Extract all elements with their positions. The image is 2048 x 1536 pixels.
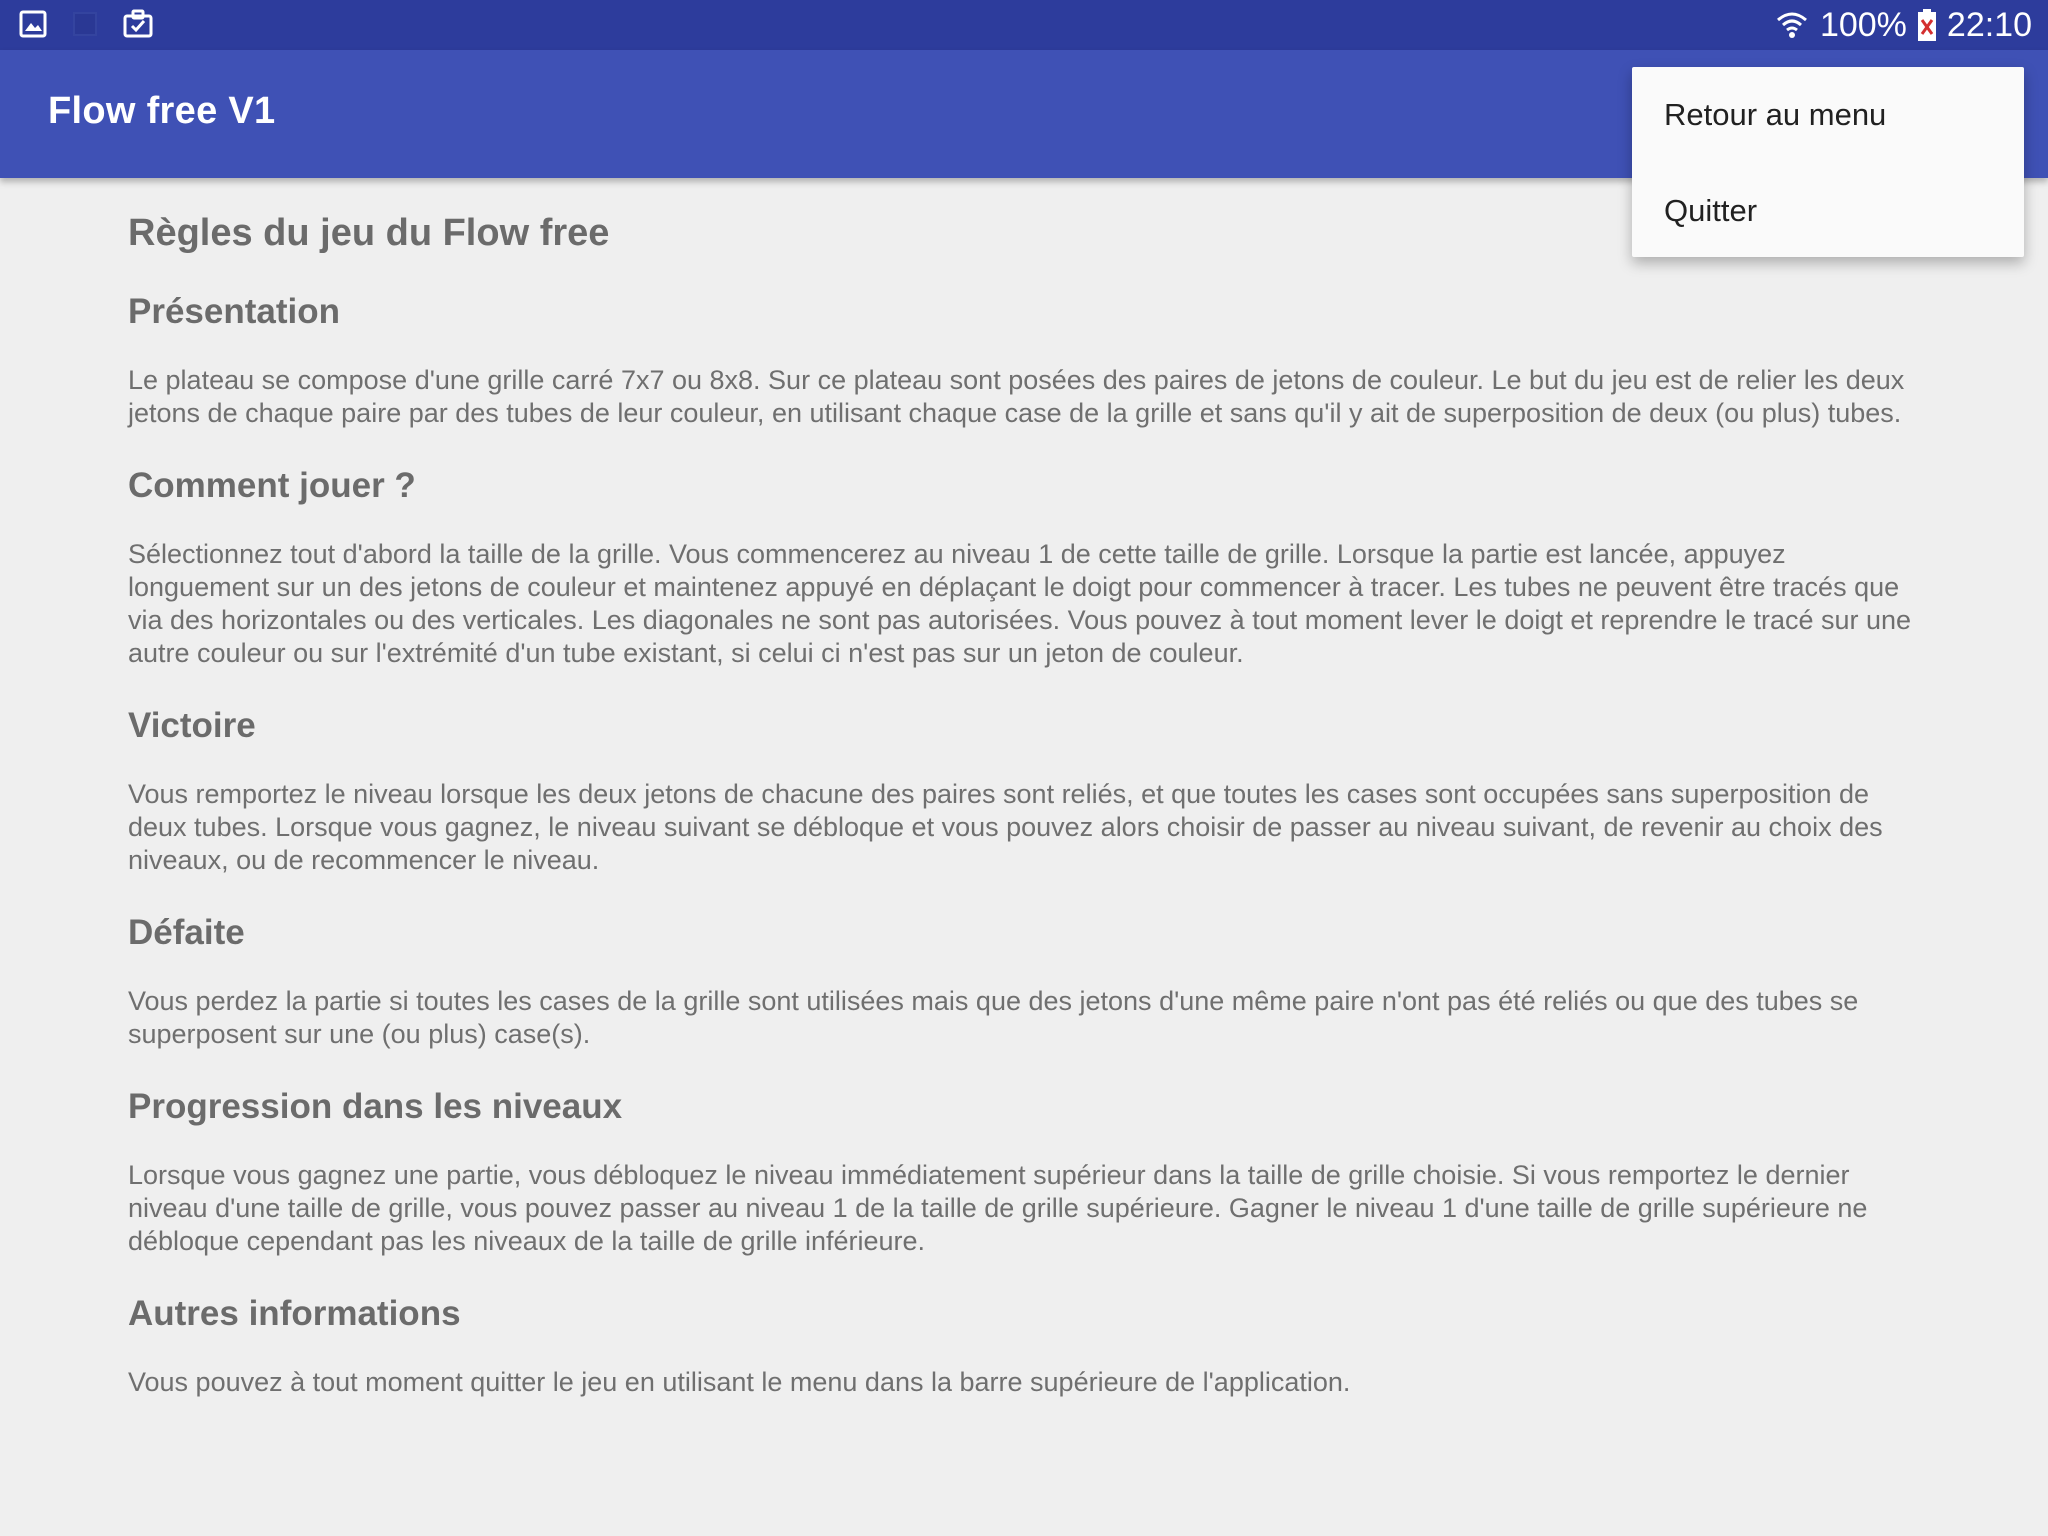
wifi-icon — [1774, 8, 1810, 42]
status-icons-right: 100% 22:10 — [1774, 4, 2032, 46]
gallery-icon — [18, 9, 48, 39]
section-heading: Présentation — [128, 292, 340, 331]
section-progression: Progression dans les niveaux Lorsque vou… — [128, 1085, 1928, 1258]
status-bar: 100% 22:10 — [0, 0, 2048, 50]
section-victoire: Victoire Vous remportez le niveau lorsqu… — [128, 704, 1928, 877]
section-presentation: Présentation Le plateau se compose d'une… — [128, 290, 1928, 430]
clipboard-check-icon — [122, 8, 154, 40]
section-text: Vous remportez le niveau lorsque les deu… — [128, 779, 1883, 875]
menu-item-retour-au-menu[interactable]: Retour au menu — [1632, 67, 2024, 163]
overflow-menu: Retour au menu Quitter — [1632, 67, 2024, 257]
section-text: Le plateau se compose d'une grille carré… — [128, 365, 1905, 428]
section-heading: Autres informations — [128, 1294, 461, 1333]
section-heading: Comment jouer ? — [128, 466, 416, 505]
app-title: Flow free V1 — [48, 90, 276, 132]
section-text: Vous pouvez à tout moment quitter le jeu… — [128, 1367, 1351, 1397]
section-heading: Victoire — [128, 706, 256, 745]
menu-item-quitter[interactable]: Quitter — [1632, 163, 2024, 259]
section-heading: Défaite — [128, 913, 245, 952]
section-text: Vous perdez la partie si toutes les case… — [128, 986, 1859, 1049]
section-comment-jouer: Comment jouer ? Sélectionnez tout d'abor… — [128, 464, 1928, 670]
section-defaite: Défaite Vous perdez la partie si toutes … — [128, 911, 1928, 1051]
status-icons-left — [18, 8, 154, 40]
battery-percent: 100% — [1819, 6, 1907, 44]
section-text: Sélectionnez tout d'abord la taille de l… — [128, 539, 1912, 668]
battery-icon — [1917, 8, 1937, 42]
section-text: Lorsque vous gagnez une partie, vous déb… — [128, 1160, 1868, 1256]
clock: 22:10 — [1946, 6, 2032, 44]
blank-notification-icon — [70, 9, 100, 39]
rules-content[interactable]: Règles du jeu du Flow free Présentation … — [128, 210, 1928, 1433]
section-heading: Progression dans les niveaux — [128, 1087, 623, 1126]
section-autres-informations: Autres informations Vous pouvez à tout m… — [128, 1292, 1928, 1399]
